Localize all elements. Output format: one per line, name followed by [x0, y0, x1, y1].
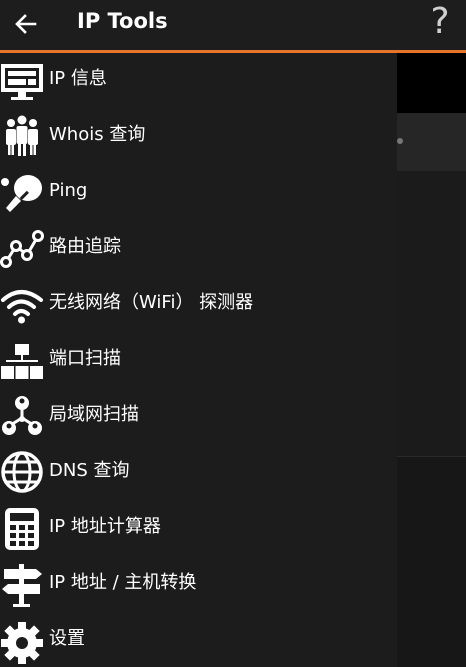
background-panel [397, 456, 466, 667]
background-panel [397, 171, 466, 456]
menu-item-ip-info[interactable]: IP 信息 [0, 53, 397, 109]
menu-item-traceroute[interactable]: 路由追踪 [0, 221, 397, 277]
menu-item-ip-calculator[interactable]: IP 地址计算器 [0, 501, 397, 557]
menu-item-ping[interactable]: Ping [0, 165, 397, 221]
app-title: IP Tools [77, 9, 168, 33]
navigation-drawer: IP 信息 Whois 查询 Ping 路由追踪 无线网络（WiFi） 探测器 … [0, 53, 397, 667]
menu-item-port-scan[interactable]: 端口扫描 [0, 333, 397, 389]
wifi-icon [1, 290, 43, 324]
menu-item-lan-scan[interactable]: 局域网扫描 [0, 389, 397, 445]
calculator-icon [5, 508, 39, 550]
menu-item-label: 端口扫描 [49, 348, 121, 369]
gear-icon [1, 622, 43, 664]
monitor-icon [1, 64, 43, 100]
indicator-dot [397, 138, 403, 144]
network-blocks-icon [1, 344, 43, 379]
background-panel [397, 53, 466, 113]
back-button[interactable] [8, 6, 44, 42]
menu-item-label: IP 信息 [49, 68, 107, 89]
menu-item-label: IP 地址计算器 [49, 516, 161, 537]
lan-users-icon [2, 396, 42, 435]
arrow-back-icon [15, 14, 37, 34]
menu-item-settings[interactable]: 设置 [0, 613, 397, 667]
route-icon [0, 230, 44, 268]
ping-pong-icon [1, 175, 42, 212]
menu-item-label: 设置 [49, 628, 85, 649]
menu-item-whois[interactable]: Whois 查询 [0, 109, 397, 165]
menu-item-dns-lookup[interactable]: DNS 查询 [0, 445, 397, 501]
menu-item-label: Ping [49, 180, 88, 201]
menu-item-label: DNS 查询 [49, 460, 130, 481]
menu-item-label: 路由追踪 [49, 236, 121, 257]
signpost-icon [2, 564, 42, 607]
help-button[interactable]: ? [424, 2, 456, 44]
divider [397, 456, 466, 457]
app-bar: IP Tools ? [0, 0, 466, 50]
globe-icon [1, 451, 43, 493]
menu-item-label: 局域网扫描 [49, 404, 139, 425]
people-icon [6, 115, 38, 156]
menu-item-wifi-scanner[interactable]: 无线网络（WiFi） 探测器 [0, 277, 397, 333]
background-panel [397, 113, 466, 171]
menu-item-ip-host-converter[interactable]: IP 地址 / 主机转换 [0, 557, 397, 613]
menu-item-label: 无线网络（WiFi） 探测器 [49, 292, 254, 313]
menu-item-label: IP 地址 / 主机转换 [49, 572, 197, 593]
menu-item-label: Whois 查询 [49, 124, 146, 145]
